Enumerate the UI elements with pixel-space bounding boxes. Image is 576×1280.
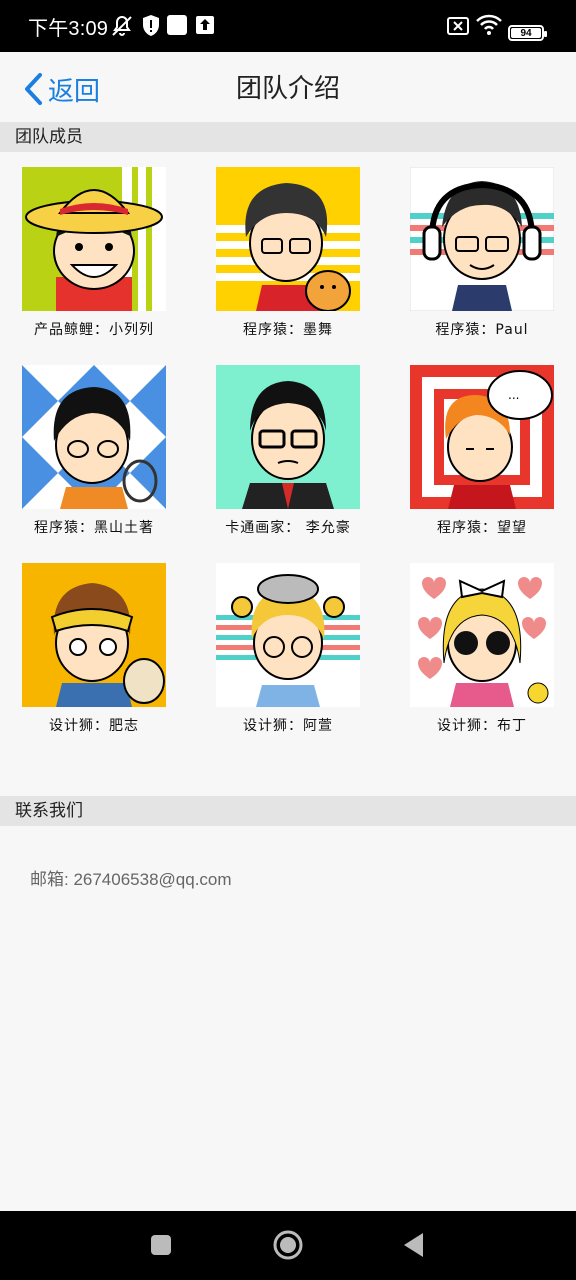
suit-avatar <box>216 365 360 509</box>
team-members-header: 团队成员 <box>0 122 576 152</box>
member-name: 程序猿：黑山土著 <box>34 520 154 536</box>
member-name: 设计狮：肥志 <box>49 718 139 734</box>
contact-us-header: 联系我们 <box>0 796 576 826</box>
page-title: 团队介绍 <box>235 74 340 104</box>
mask-avatar <box>22 563 166 707</box>
member-card[interactable]: 设计狮：布丁 <box>407 563 557 735</box>
system-nav-bar <box>0 1211 576 1280</box>
member-card[interactable]: 程序猿：Paul <box>407 167 557 339</box>
shield-icon <box>143 15 159 36</box>
pigtails-avatar <box>216 563 360 707</box>
member-card[interactable]: ... 程序猿：望望 <box>407 365 557 537</box>
member-card[interactable]: 卡通画家： 李允豪 <box>213 365 363 537</box>
member-name: 卡通画家： 李允豪 <box>225 520 351 536</box>
recent-apps-button[interactable] <box>150 1234 172 1256</box>
upload-icon <box>196 16 214 34</box>
member-name: 程序猿：望望 <box>437 520 527 536</box>
straw-hat-avatar <box>22 167 166 311</box>
mute-bell-icon <box>112 15 132 36</box>
tennis-avatar <box>22 365 166 509</box>
member-card[interactable]: 设计狮：阿萱 <box>213 563 363 735</box>
member-card[interactable]: 产品鲸鲤：小列列 <box>19 167 169 339</box>
svg-text:...: ... <box>508 388 519 402</box>
battery-icon: 94 <box>508 25 547 41</box>
app-notification-icon <box>167 15 187 35</box>
member-card[interactable]: 程序猿：墨舞 <box>213 167 363 339</box>
status-bar: 下午3:09 94 <box>0 0 576 52</box>
member-name: 产品鲸鲤：小列列 <box>34 322 154 338</box>
no-sim-icon <box>447 17 469 35</box>
speech-bubble-avatar: ... <box>410 365 554 509</box>
sunglasses-avatar <box>410 563 554 707</box>
member-card[interactable]: 设计狮：肥志 <box>19 563 169 735</box>
contact-email[interactable]: 邮箱: 267406538@qq.com <box>30 865 232 890</box>
member-name: 设计狮：阿萱 <box>243 718 333 734</box>
member-card[interactable]: 程序猿：黑山土著 <box>19 365 169 537</box>
battery-level: 94 <box>511 28 541 39</box>
headphones-avatar <box>410 167 554 311</box>
top-bar: 返回 团队介绍 <box>0 52 576 124</box>
member-name: 程序猿：墨舞 <box>243 322 333 338</box>
wifi-icon <box>476 14 502 35</box>
status-time: 下午3:09 <box>28 18 109 40</box>
home-button[interactable] <box>272 1229 304 1261</box>
cat-hug-avatar <box>216 167 360 311</box>
member-name: 程序猿：Paul <box>435 322 529 338</box>
member-name: 设计狮：布丁 <box>437 718 527 734</box>
back-nav-button[interactable] <box>402 1232 424 1258</box>
